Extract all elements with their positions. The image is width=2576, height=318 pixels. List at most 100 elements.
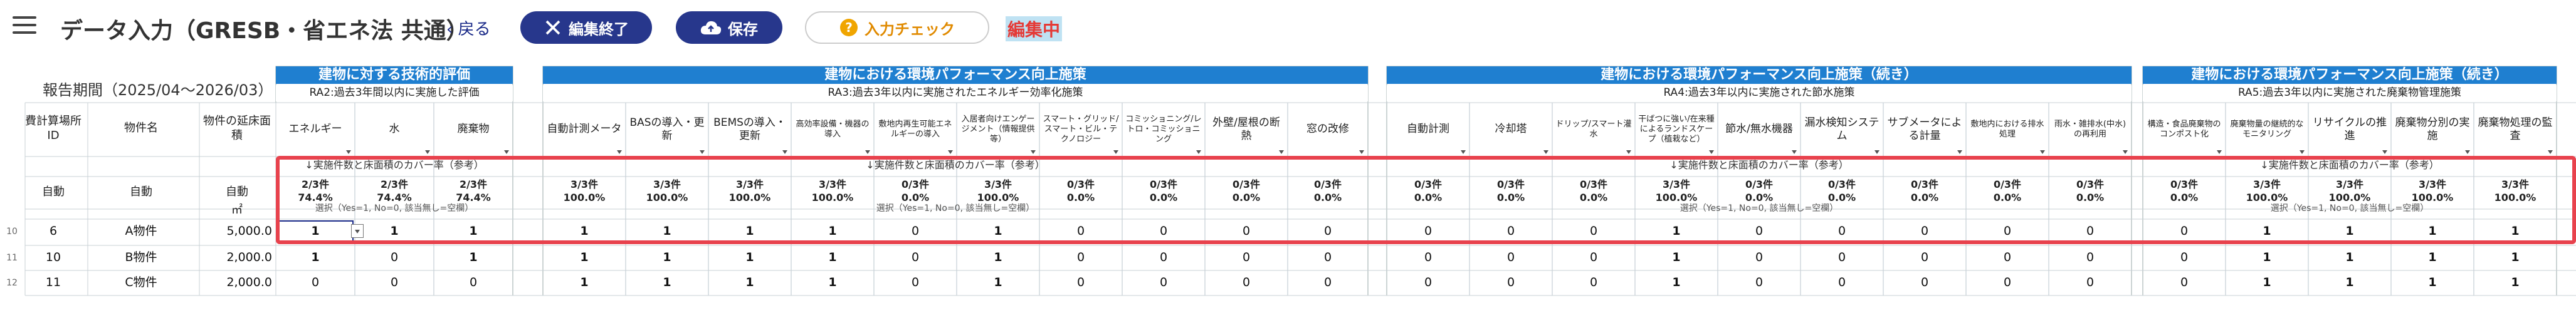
- filter-caret-icon[interactable]: [2465, 150, 2470, 154]
- flag-cell[interactable]: 0: [1205, 270, 1288, 295]
- save-button[interactable]: 保存: [676, 11, 782, 44]
- flag-cell[interactable]: 1: [791, 270, 874, 295]
- back-link[interactable]: ‹ 戻る: [446, 16, 491, 39]
- filter-caret-icon[interactable]: [1709, 150, 1714, 154]
- flag-cell[interactable]: 1: [957, 270, 1039, 295]
- input-check-button[interactable]: ? 入力チェック: [805, 11, 989, 44]
- filter-caret-icon[interactable]: [1792, 150, 1797, 154]
- filter-caret-icon[interactable]: [1031, 150, 1036, 154]
- flag-cell[interactable]: 0: [1552, 245, 1635, 270]
- flag-cell[interactable]: 1: [708, 245, 791, 270]
- filter-caret-icon[interactable]: [1359, 150, 1364, 154]
- flag-cell[interactable]: 0: [1122, 270, 1205, 295]
- filter-caret-icon[interactable]: [700, 150, 705, 154]
- filter-caret-icon[interactable]: [1957, 150, 1962, 154]
- flag-cell[interactable]: 1: [543, 245, 626, 270]
- flag-cell[interactable]: 1: [276, 219, 355, 244]
- filter-caret-icon[interactable]: [346, 150, 351, 154]
- filter-caret-icon[interactable]: [2217, 150, 2222, 154]
- flag-cell[interactable]: 0: [1801, 270, 1883, 295]
- flag-cell[interactable]: 1: [2226, 270, 2308, 295]
- flag-cell[interactable]: 1: [2226, 245, 2308, 270]
- item-header: 入居者向けエンゲージメント（情報提供等）: [961, 114, 1035, 145]
- filter-caret-icon[interactable]: [2548, 150, 2553, 154]
- filter-caret-icon[interactable]: [1461, 150, 1466, 154]
- hamburger-menu-icon[interactable]: [13, 16, 36, 35]
- edit-status-badge: 編集中: [1006, 16, 1063, 41]
- filter-caret-icon[interactable]: [425, 150, 430, 154]
- flag-cell[interactable]: 1: [708, 270, 791, 295]
- filter-caret-icon[interactable]: [1196, 150, 1201, 154]
- filter-caret-icon[interactable]: [865, 150, 870, 154]
- flag-cell[interactable]: 0: [1469, 245, 1552, 270]
- filter-caret-icon[interactable]: [2300, 150, 2305, 154]
- cell-name: A物件: [125, 224, 157, 238]
- filter-caret-icon[interactable]: [2382, 150, 2387, 154]
- cell-area: 5,000.0: [226, 224, 272, 238]
- filter-caret-icon[interactable]: [1874, 150, 1879, 154]
- filter-caret-icon[interactable]: [2040, 150, 2045, 154]
- auto-id: 自動: [42, 185, 65, 199]
- flag-cell[interactable]: 0: [1801, 245, 1883, 270]
- end-edit-button[interactable]: 編集終了: [520, 11, 652, 44]
- flag-cell[interactable]: 0: [1039, 270, 1122, 295]
- flag-cell[interactable]: 1: [791, 245, 874, 270]
- flag-cell[interactable]: 1: [2391, 245, 2474, 270]
- end-edit-label: 編集終了: [569, 20, 629, 38]
- item-header: 節水/無水機器: [1725, 123, 1793, 136]
- flag-cell[interactable]: 1: [2308, 245, 2391, 270]
- flag-cell[interactable]: 1: [2474, 270, 2557, 295]
- filter-caret-icon[interactable]: [504, 150, 509, 154]
- flag-cell[interactable]: 0: [1718, 270, 1801, 295]
- flag-cell[interactable]: 1: [626, 245, 708, 270]
- flag-cell[interactable]: 0: [276, 270, 355, 295]
- filter-caret-icon[interactable]: [948, 150, 953, 154]
- flag-cell[interactable]: 0: [874, 245, 957, 270]
- flag-cell[interactable]: 1: [626, 270, 708, 295]
- flag-cell[interactable]: 1: [2391, 270, 2474, 295]
- flag-cell[interactable]: 0: [1883, 245, 1966, 270]
- flag-cell[interactable]: 0: [874, 270, 957, 295]
- flag-cell[interactable]: 1: [2308, 270, 2391, 295]
- flag-cell[interactable]: 0: [2049, 245, 2132, 270]
- item-header: BASの導入・更新: [629, 116, 705, 142]
- filter-caret-icon[interactable]: [1543, 150, 1548, 154]
- chevron-left-icon: ‹: [446, 20, 458, 39]
- filter-caret-icon[interactable]: [1626, 150, 1631, 154]
- filter-caret-icon[interactable]: [617, 150, 622, 154]
- section-title: 建物に対する技術的評価: [276, 66, 513, 84]
- filter-caret-icon[interactable]: [2123, 150, 2128, 154]
- flag-cell[interactable]: 0: [1718, 245, 1801, 270]
- flag-cell[interactable]: 0: [1288, 270, 1368, 295]
- flag-cell[interactable]: 0: [1966, 245, 2049, 270]
- flag-cell[interactable]: 0: [1205, 245, 1288, 270]
- flag-cell[interactable]: 1: [434, 245, 513, 270]
- flag-cell[interactable]: 0: [355, 270, 434, 295]
- flag-cell[interactable]: 0: [434, 270, 513, 295]
- flag-cell[interactable]: 0: [1122, 245, 1205, 270]
- flag-cell[interactable]: 1: [2474, 245, 2557, 270]
- flag-cell[interactable]: 0: [2143, 270, 2226, 295]
- flag-cell[interactable]: 0: [1387, 270, 1469, 295]
- flag-cell[interactable]: 1: [957, 245, 1039, 270]
- flag-cell[interactable]: 0: [2049, 270, 2132, 295]
- flag-cell[interactable]: 0: [355, 245, 434, 270]
- flag-cell[interactable]: 1: [543, 270, 626, 295]
- cell-id: 10: [45, 250, 61, 265]
- flag-cell[interactable]: 0: [1039, 245, 1122, 270]
- filter-caret-icon[interactable]: [1279, 150, 1284, 154]
- item-header: 自動計測: [1407, 123, 1449, 136]
- flag-cell[interactable]: 0: [1387, 245, 1469, 270]
- flag-cell[interactable]: 1: [1635, 270, 1718, 295]
- filter-caret-icon[interactable]: [1113, 150, 1118, 154]
- flag-cell[interactable]: 1: [1635, 245, 1718, 270]
- cell-id: 11: [45, 275, 61, 290]
- flag-cell[interactable]: 0: [1552, 270, 1635, 295]
- flag-cell[interactable]: 0: [1883, 270, 1966, 295]
- flag-cell[interactable]: 0: [2143, 245, 2226, 270]
- flag-cell[interactable]: 0: [1288, 245, 1368, 270]
- filter-caret-icon[interactable]: [782, 150, 787, 154]
- flag-cell[interactable]: 0: [1966, 270, 2049, 295]
- flag-cell[interactable]: 0: [1469, 270, 1552, 295]
- flag-cell[interactable]: 1: [276, 245, 355, 270]
